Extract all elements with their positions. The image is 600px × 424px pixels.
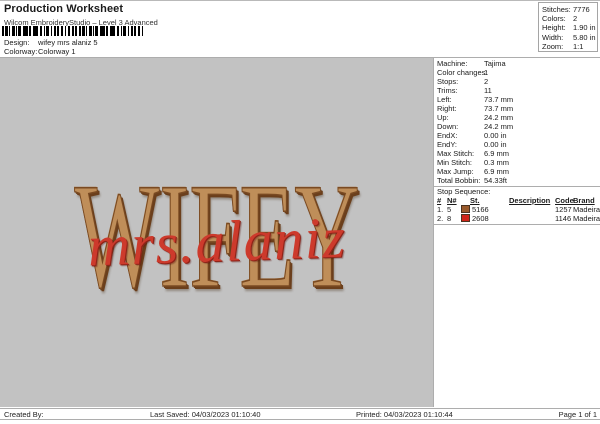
footer-printed: Printed: 04/03/2023 01:10:44 — [356, 410, 453, 419]
footer-created-by: Created By: — [4, 410, 44, 419]
machine-row: Down: 24.2 mm — [437, 122, 514, 131]
machine-row: Trims: 11 — [437, 86, 492, 95]
col-header-brand: Brand — [573, 196, 595, 205]
stop-sequence-row: 1. 5 5166 1257 Madeira Classic 40 — [437, 205, 600, 214]
machine-row: Right: 73.7 mm — [437, 104, 514, 113]
barcode-icon — [2, 26, 144, 36]
colorway-value: Colorway 1 — [38, 47, 76, 56]
machine-row: Max Stitch: 6.9 mm — [437, 149, 510, 158]
summary-row-zoom: Zoom: 1:1 — [542, 41, 584, 51]
design-value: wifey mrs alaniz 5 — [38, 38, 98, 47]
page-top-border — [0, 0, 600, 1]
design-canvas: WIFEY mrs.alaniz — [0, 58, 433, 407]
stitch-summary-box: Stitches: 7776 Colors: 2 Height: 1.90 in Wi… — [538, 2, 598, 52]
footer-bottom-rule — [0, 419, 600, 420]
stop-sequence-header-row: # N# St. Description Code Brand — [434, 196, 600, 205]
machine-details-panel: Machine: Tajima Color changes:1 Stops: 2 T… — [433, 58, 600, 407]
production-worksheet-page: Production Worksheet Wilcom EmbroiderySt… — [0, 0, 600, 424]
stop-sequence-bottom-divider — [434, 224, 600, 225]
footer-last-saved: Last Saved: 04/03/2023 01:10:40 — [150, 410, 261, 419]
machine-row: Min Stitch: 0.3 mm — [437, 158, 510, 167]
col-header-n: N# — [447, 196, 457, 205]
summary-row-width: Width: 5.80 in — [542, 32, 596, 42]
footer-top-rule — [0, 408, 600, 409]
summary-row-stitches: Stitches: 7776 — [542, 5, 590, 14]
machine-row: Up: 24.2 mm — [437, 113, 514, 122]
header: Production Worksheet Wilcom EmbroiderySt… — [4, 3, 158, 27]
thread-color-swatch — [461, 214, 470, 222]
page-title: Production Worksheet — [4, 3, 124, 15]
col-header-description: Description — [509, 196, 551, 205]
col-header-num: # — [437, 196, 442, 205]
design-label: Design: — [4, 38, 30, 47]
machine-row: EndY: 0.00 in — [437, 140, 507, 149]
machine-row: Total Bobbin: 54.33ft — [437, 176, 507, 185]
embroidery-script-text: mrs.alaniz — [86, 204, 347, 279]
stop-sequence-title: Stop Sequence: — [437, 187, 491, 196]
summary-row-height: Height: 1.90 in — [542, 23, 596, 33]
colorway-label: Colorway: — [4, 47, 38, 56]
machine-row: EndX: 0.00 in — [437, 131, 507, 140]
machine-details-list: Machine: Tajima Color changes:1 Stops: 2 T… — [434, 58, 600, 185]
colorway-row: Colorway:Colorway 1 — [4, 47, 76, 56]
thread-color-swatch — [461, 205, 470, 213]
machine-row: Color changes:1 — [437, 68, 489, 77]
machine-row: Max Jump: 6.9 mm — [437, 167, 510, 176]
footer-page-number: Page 1 of 1 — [558, 410, 597, 419]
col-header-st: St. — [470, 196, 480, 205]
stop-sequence-row: 2. 8 2608 1146 Madeira Classic 40 — [437, 214, 600, 223]
design-row: Design: wifey mrs alaniz 5 — [4, 38, 98, 47]
machine-row: Left: 73.7 mm — [437, 95, 514, 104]
summary-row-colors: Colors: 2 — [542, 14, 578, 24]
machine-row: Machine: Tajima — [437, 59, 506, 68]
col-header-code: Code — [555, 196, 574, 205]
machine-row: Stops: 2 — [437, 77, 489, 86]
